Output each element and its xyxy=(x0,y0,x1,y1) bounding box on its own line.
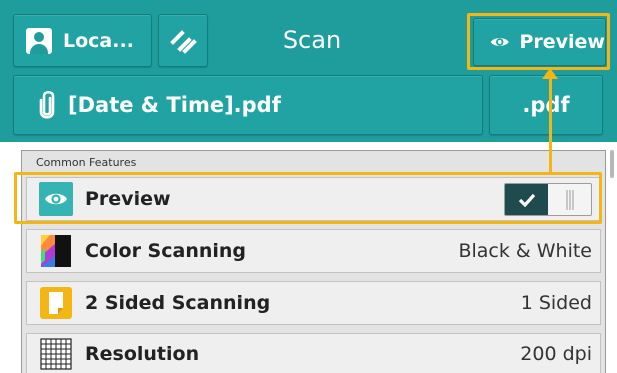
grid-icon xyxy=(39,337,73,371)
feature-value: 200 dpi xyxy=(520,343,592,365)
color-icon xyxy=(39,234,73,268)
scrollbar-thumb[interactable] xyxy=(610,150,614,178)
toggle-on-state xyxy=(505,184,548,215)
highlight-arrow-icon xyxy=(542,68,558,79)
reset-icon xyxy=(170,29,197,54)
eye-icon xyxy=(490,38,509,46)
feature-label: Resolution xyxy=(85,343,200,365)
eye-icon xyxy=(39,182,73,216)
user-icon xyxy=(26,27,52,54)
page-title: Scan xyxy=(282,26,342,54)
reset-button[interactable] xyxy=(158,14,208,67)
app-header: Loca... Scan Preview [Date & Time].pdf .… xyxy=(0,0,617,142)
feature-value: 1 Sided xyxy=(520,292,592,314)
preview-button-label: Preview xyxy=(519,31,605,53)
feature-row-preview[interactable]: Preview xyxy=(26,177,601,221)
feature-row-color-scanning[interactable]: Color Scanning Black & White xyxy=(26,229,601,273)
feature-row-2-sided-scanning[interactable]: 2 Sided Scanning 1 Sided xyxy=(26,281,601,325)
feature-label: 2 Sided Scanning xyxy=(85,292,271,314)
section-label: Common Features xyxy=(36,156,137,169)
highlight-connector-line xyxy=(549,78,552,174)
preview-button[interactable]: Preview xyxy=(473,18,606,66)
toggle-off-state xyxy=(548,184,591,215)
checkmark-icon xyxy=(518,193,535,207)
file-format-label: .pdf xyxy=(522,93,570,117)
feature-value: Black & White xyxy=(458,240,592,262)
preview-toggle[interactable] xyxy=(504,183,592,216)
filename-button[interactable]: [Date & Time].pdf xyxy=(13,75,483,135)
user-button[interactable]: Loca... xyxy=(13,14,152,67)
feature-row-resolution[interactable]: Resolution 200 dpi xyxy=(26,333,601,373)
sided-icon xyxy=(39,286,73,320)
filename-label: [Date & Time].pdf xyxy=(68,93,281,117)
feature-label: Preview xyxy=(85,188,171,210)
features-list: Common Features Preview Color Scanning B… xyxy=(21,150,606,373)
user-label: Loca... xyxy=(63,29,134,52)
toggle-grip-icon xyxy=(566,189,573,210)
feature-label: Color Scanning xyxy=(85,240,247,262)
paperclip-icon xyxy=(39,90,55,119)
file-format-button[interactable]: .pdf xyxy=(489,75,603,135)
